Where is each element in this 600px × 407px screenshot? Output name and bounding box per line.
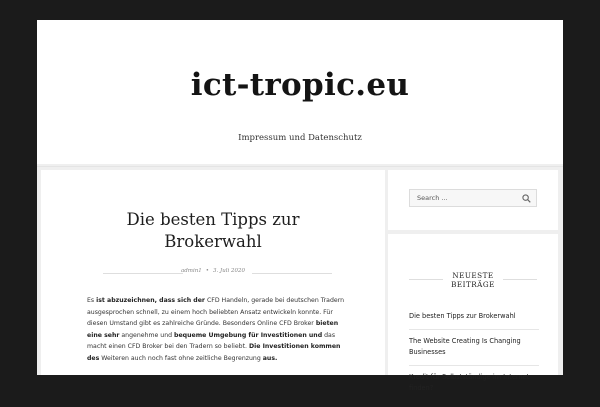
header-nav: Impressum und Datenschutz xyxy=(37,133,563,143)
post-body-bold-text: aus. xyxy=(262,354,278,362)
recent-title-line-1: NEUESTE xyxy=(452,271,494,280)
recent-posts-widget: NEUESTE BEITRÄGE Die besten Tipps zur Br… xyxy=(388,234,558,392)
search-icon[interactable] xyxy=(522,194,531,203)
nav-link-impressum[interactable]: Impressum und Datenschutz xyxy=(238,133,362,143)
search-widget xyxy=(388,170,558,230)
page-container: ict-tropic.eu Impressum und Datenschutz … xyxy=(37,20,563,392)
post-date[interactable]: 3. Juli 2020 xyxy=(213,268,245,274)
header-divider xyxy=(37,166,563,167)
post-body-text: Es xyxy=(87,297,97,304)
main-content: Die besten Tipps zur Brokerwahl admin1 • 3… xyxy=(41,170,385,375)
recent-post-link[interactable]: The Website Creating Is Changing Busines… xyxy=(409,336,539,366)
site-title[interactable]: ict-tropic.eu xyxy=(37,67,563,103)
post-body-bold-text: ist abzuzeichnen, dass sich der xyxy=(96,297,205,304)
recent-post-link[interactable]: Die besten Tipps zur Brokerwahl xyxy=(409,311,539,330)
recent-posts-title: NEUESTE BEITRÄGE xyxy=(388,271,558,289)
post-body-text: Weiteren auch noch fast ohne zeitliche B… xyxy=(99,354,263,362)
site-header: ict-tropic.eu Impressum und Datenschutz xyxy=(37,20,563,164)
recent-post-link[interactable]: Kredit für Selbstständige im Internet fi… xyxy=(409,372,539,401)
post-body-text: angenehme und xyxy=(119,331,175,339)
search-input[interactable] xyxy=(410,190,520,206)
post-body: Es ist abzuzeichnen, dass sich der CFD H… xyxy=(87,295,345,365)
post-meta: admin1 • 3. Juli 2020 xyxy=(41,268,385,274)
post-author[interactable]: admin1 xyxy=(181,268,202,274)
meta-separator: • xyxy=(205,268,210,274)
post-body-bold-text: bequeme Umgebung für Investitionen und xyxy=(174,331,323,339)
search-field xyxy=(409,189,537,207)
post-title[interactable]: Die besten Tipps zur Brokerwahl xyxy=(41,209,385,253)
post-title-line-2[interactable]: Brokerwahl xyxy=(164,232,261,251)
recent-title-line-2: BEITRÄGE xyxy=(451,280,495,289)
recent-posts-list: Die besten Tipps zur Brokerwahl The Webs… xyxy=(409,311,539,407)
post-title-line-1[interactable]: Die besten Tipps zur xyxy=(127,210,300,229)
